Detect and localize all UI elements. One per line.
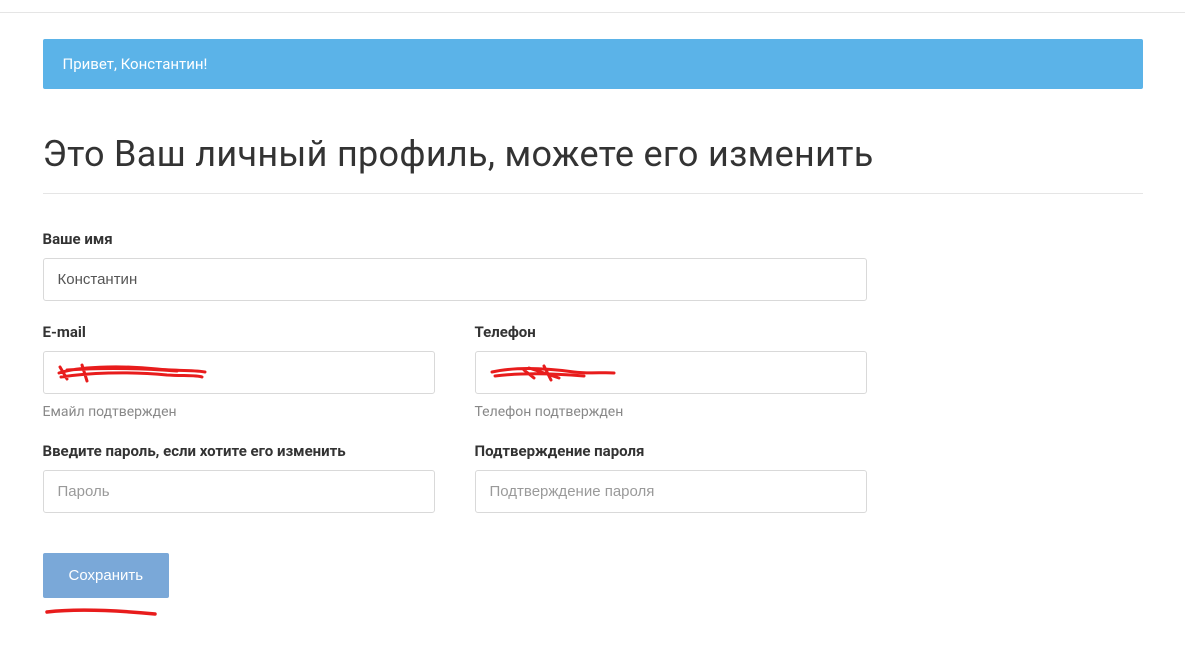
password-confirm-label: Подтверждение пароля <box>475 442 867 460</box>
password-label: Введите пароль, если хотите его изменить <box>43 442 435 460</box>
email-label: E-mail <box>43 323 435 341</box>
phone-helper: Телефон подтвержден <box>475 404 867 420</box>
password-input[interactable] <box>43 470 435 513</box>
password-confirm-input[interactable] <box>475 470 867 513</box>
top-divider <box>0 12 1185 13</box>
row-name: Ваше имя <box>43 230 1143 301</box>
title-divider <box>43 193 1143 194</box>
page-container: Привет, Константин! Это Ваш личный профи… <box>43 39 1143 620</box>
group-name: Ваше имя <box>43 230 867 301</box>
save-button[interactable]: Сохранить <box>43 553 170 598</box>
group-phone: Телефон Телефон подтвержден <box>475 323 867 420</box>
group-password: Введите пароль, если хотите его изменить <box>43 442 435 513</box>
row-email-phone: E-mail Емайл подтвержден Телефон <box>43 323 867 420</box>
name-label: Ваше имя <box>43 230 867 248</box>
phone-input[interactable] <box>475 351 867 394</box>
row-password: Введите пароль, если хотите его изменить… <box>43 442 867 513</box>
greeting-banner: Привет, Константин! <box>43 39 1143 89</box>
phone-input-wrap <box>475 351 867 394</box>
email-input-wrap <box>43 351 435 394</box>
phone-label: Телефон <box>475 323 867 341</box>
group-email: E-mail Емайл подтвержден <box>43 323 435 420</box>
underline-mark-icon <box>43 606 161 620</box>
name-input[interactable] <box>43 258 867 301</box>
email-helper: Емайл подтвержден <box>43 404 435 420</box>
save-button-wrap: Сохранить <box>43 535 1143 620</box>
email-input[interactable] <box>43 351 435 394</box>
group-password-confirm: Подтверждение пароля <box>475 442 867 513</box>
greeting-text: Привет, Константин! <box>63 55 208 73</box>
page-title: Это Ваш личный профиль, можете его измен… <box>43 133 1143 175</box>
profile-form: Ваше имя E-mail Емайл подтвержден Телефо… <box>43 230 1143 620</box>
